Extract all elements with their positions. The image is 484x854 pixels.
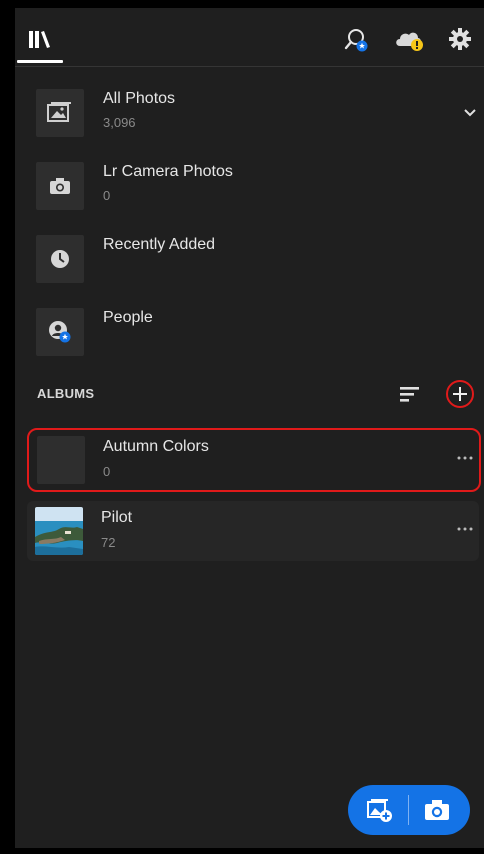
album-row-autumn-colors[interactable]: Autumn Colors 0 [27, 428, 481, 492]
clock-icon [36, 235, 84, 283]
source-row-recently-added[interactable]: Recently Added [30, 234, 480, 300]
source-title: Recently Added [103, 236, 216, 253]
plus-icon [453, 387, 467, 401]
source-count: 0 [103, 188, 111, 203]
lightroom-app: All Photos 3,096 Lr Camera Photos 0 Rece… [15, 8, 484, 848]
album-count: 72 [101, 535, 116, 550]
camera-icon [36, 162, 84, 210]
more-options-icon[interactable] [453, 448, 477, 468]
source-title: All Photos [103, 90, 176, 107]
source-row-lr-camera-photos[interactable]: Lr Camera Photos 0 [30, 161, 480, 227]
people-icon [36, 308, 84, 356]
add-album-button[interactable] [446, 380, 474, 408]
fab-divider [408, 795, 409, 825]
album-count: 0 [103, 464, 111, 479]
cloud-warning-icon[interactable] [394, 26, 424, 56]
library-icon[interactable] [28, 29, 56, 51]
sort-icon[interactable] [399, 384, 421, 404]
gear-icon[interactable] [447, 26, 477, 56]
source-row-people[interactable]: People [30, 307, 480, 373]
albums-header: ALBUMS [37, 386, 95, 401]
screen-frame: All Photos 3,096 Lr Camera Photos 0 Rece… [0, 0, 484, 854]
album-thumbnail [35, 507, 83, 555]
chevron-down-icon[interactable] [460, 102, 480, 122]
top-bar [15, 8, 484, 67]
album-title: Pilot [101, 509, 133, 526]
source-title: People [103, 309, 153, 326]
active-tab-indicator [17, 60, 63, 63]
album-thumbnail [37, 436, 85, 484]
people-search-icon[interactable] [343, 26, 373, 56]
add-photos-icon[interactable] [365, 795, 397, 825]
camera-icon[interactable] [422, 795, 454, 825]
photo-icon [36, 89, 84, 137]
source-count: 3,096 [103, 115, 136, 130]
floating-action-bar [348, 785, 470, 835]
album-title: Autumn Colors [103, 438, 209, 455]
album-row-pilot[interactable]: Pilot 72 [27, 501, 479, 561]
source-row-all-photos[interactable]: All Photos 3,096 [30, 88, 480, 154]
more-options-icon[interactable] [453, 519, 477, 539]
source-title: Lr Camera Photos [103, 163, 233, 180]
